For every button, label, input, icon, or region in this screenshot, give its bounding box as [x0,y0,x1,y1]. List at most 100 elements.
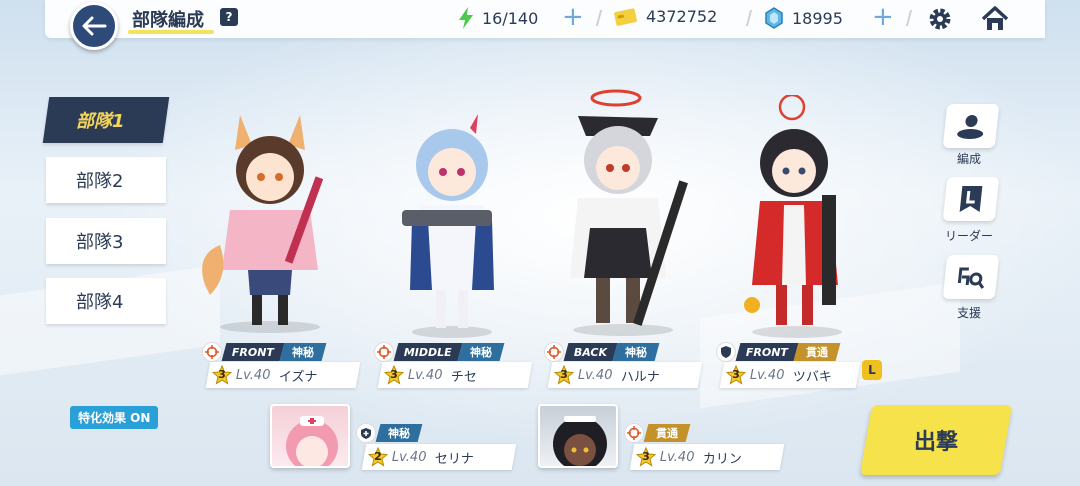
karin-portrait-illustration [553,416,607,466]
squad-tab-2[interactable]: 部隊2 [46,157,166,203]
star-count: 2 [374,450,382,463]
star-count: 3 [732,368,740,381]
character-level: Lv.40 [408,367,443,383]
character-name: イズナ [278,369,318,385]
character-nameplate[interactable]: 3 Lv.40 ツバキ [719,362,861,388]
attribute-tag: 貫通 [793,343,841,361]
attribute-tag: 神秘 [279,343,327,361]
special-attr-row: 神秘 [356,423,423,443]
gem-icon [765,7,783,29]
star-icon: 3 [726,365,746,385]
gems-counter: 18995 [764,7,843,29]
squad-tab-1[interactable]: 部隊1 [42,97,170,143]
special-nameplate[interactable]: 2 Lv.40 セリナ [361,444,517,470]
special-portrait-karin[interactable] [538,404,618,468]
sortie-label: 出撃 [913,430,958,455]
star-count: 3 [390,368,398,381]
attribute-tag: 神秘 [612,343,660,361]
character-sprite-izuna[interactable] [190,95,350,335]
special-effect-badge[interactable]: 特化効果 ON [70,406,159,429]
star-icon: 3 [212,365,232,385]
character-level: Lv.40 [660,449,695,465]
character-level: Lv.40 [750,367,785,383]
special-portrait-serina[interactable] [270,404,350,468]
character-nameplate[interactable]: 3 Lv.40 ハルナ [547,362,703,388]
attribute-tag: 貫通 [643,424,691,442]
formation-button[interactable] [942,104,1000,148]
attribute-tag: 神秘 [375,424,423,442]
character-position-row: BACK 神秘 [544,342,660,362]
credit-card-icon [614,7,637,26]
sortie-button[interactable]: 出撃 [859,405,1013,475]
position-tag: MIDDLE [393,343,463,361]
character-chise-illustration [402,114,494,338]
character-level: Lv.40 [236,367,271,383]
gear-icon [929,8,951,30]
character-position-row: FRONT 神秘 [202,342,327,362]
character-nameplate[interactable]: 3 Lv.40 チセ [377,362,533,388]
crosshair-icon [544,342,564,362]
leader-icon [959,186,983,212]
gems-value: 18995 [792,8,843,28]
leader-button[interactable] [942,177,1000,221]
credits-value: 4372752 [646,7,718,26]
character-sprite-chise[interactable] [392,110,512,340]
character-haruna-illustration [570,89,688,336]
star-count: 3 [642,450,650,463]
character-name: セリナ [434,451,474,467]
squad-tab-4[interactable]: 部隊4 [46,278,166,324]
star-icon: 3 [554,365,574,385]
position-tag: FRONT [735,343,799,361]
ap-value: 16/140 [482,8,539,28]
lightning-icon [459,7,473,29]
character-position-row: MIDDLE 神秘 [374,342,505,362]
help-button[interactable]: ? [220,8,238,26]
character-name: カリン [702,451,742,467]
squad-tab-label: 部隊3 [76,232,124,253]
page-title: 部隊編成 [132,10,204,31]
special-nameplate[interactable]: 3 Lv.40 カリン [629,444,785,470]
character-name: ツバキ [792,369,832,385]
position-tag: BACK [563,343,618,361]
home-button[interactable] [980,4,1010,34]
arrow-left-icon [82,16,107,36]
leader-badge: L [862,360,882,380]
home-icon [981,6,1009,30]
credits-counter: 4372752 [614,7,717,26]
character-izuna-illustration [202,115,324,333]
support-button[interactable] [942,255,1000,299]
squad-tab-label: 部隊2 [76,171,124,192]
add-ap-button[interactable]: + [562,4,584,30]
squad-tab-3[interactable]: 部隊3 [46,218,166,264]
serina-portrait-illustration [286,416,338,466]
squad-tab-label: 部隊4 [76,292,124,313]
shield-icon [716,342,736,362]
character-position-row: FRONT 貫通 [716,342,841,362]
star-count: 3 [560,368,568,381]
squad-tab-label: 部隊1 [76,111,125,132]
character-nameplate[interactable]: 3 Lv.40 イズナ [205,362,361,388]
ap-counter: 16/140 [458,7,538,29]
support-search-icon [957,267,985,289]
star-icon: 3 [636,447,656,467]
back-button[interactable] [70,2,118,50]
star-icon: 2 [368,447,388,467]
formation-label: 編成 [956,152,981,166]
character-sprite-tsubaki[interactable] [732,93,862,340]
position-tag: FRONT [221,343,285,361]
leader-label: リーダー [944,229,993,243]
formation-icon [957,115,984,139]
title-underline [128,30,214,34]
heal-cross-icon [356,423,376,443]
character-sprite-haruna[interactable] [548,88,698,338]
crosshair-icon [202,342,222,362]
settings-button[interactable] [925,4,955,34]
crosshair-icon [374,342,394,362]
character-level: Lv.40 [578,367,613,383]
add-gems-button[interactable]: + [872,4,894,30]
crosshair-icon [624,423,644,443]
support-label: 支援 [956,306,981,320]
special-attr-row: 貫通 [624,423,691,443]
character-name: チセ [450,369,477,385]
character-name: ハルナ [620,369,660,385]
